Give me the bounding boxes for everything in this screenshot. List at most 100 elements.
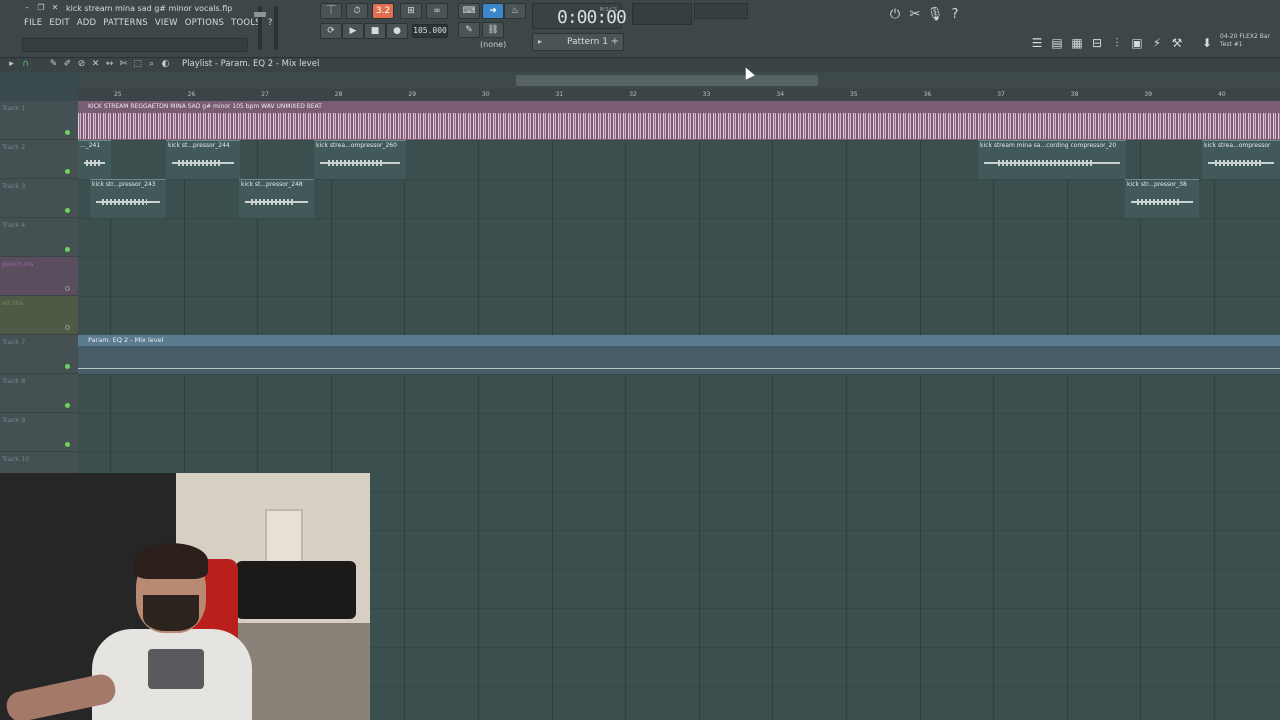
menu-add[interactable]: ADD xyxy=(77,18,97,28)
track-mute-icon[interactable] xyxy=(65,325,70,330)
delete-icon[interactable]: ⊘ xyxy=(76,59,87,70)
snap-selector[interactable]: (none) xyxy=(480,40,506,49)
audio-clip[interactable]: kick strea...ompressor xyxy=(1202,140,1280,179)
download-icon[interactable]: ⬇ xyxy=(1198,34,1216,52)
magnet-icon[interactable]: ∩ xyxy=(20,59,31,70)
beat-audio-clip[interactable]: KICK STREAM REGGAETON MINA SAD g# minor … xyxy=(78,101,1280,140)
wait-input-icon[interactable]: ⏱ xyxy=(346,3,368,19)
audio-clip[interactable]: kick st...pressor_248 xyxy=(239,179,314,218)
grid-track-line xyxy=(78,452,1280,453)
track-header[interactable]: Track 2 xyxy=(0,140,78,179)
master-pitch-slider[interactable] xyxy=(274,6,278,50)
audio-clip[interactable]: kick strea...ompressor_260 xyxy=(314,140,406,179)
power-icon[interactable]: ⏻ xyxy=(886,6,904,24)
countdown-button[interactable]: 3.2 xyxy=(372,3,394,19)
track-mute-icon[interactable] xyxy=(65,442,70,447)
slice-icon[interactable]: ✄ xyxy=(118,59,129,70)
plug-icon[interactable]: ⚡ xyxy=(1148,34,1166,52)
track-mute-icon[interactable] xyxy=(65,247,70,252)
track-header[interactable]: punch ins xyxy=(0,257,78,296)
select-icon[interactable]: ⬚ xyxy=(132,59,143,70)
track-header[interactable]: Track 9 xyxy=(0,413,78,452)
master-volume-handle[interactable] xyxy=(254,12,266,17)
playback-icon[interactable]: ◐ xyxy=(160,59,171,70)
brush-icon[interactable]: ✎ xyxy=(458,22,480,38)
menu-tools[interactable]: TOOLS xyxy=(231,18,261,28)
plugin-news[interactable]: 04-20 FLEX2 Bar Test #1 xyxy=(1220,33,1270,49)
step-edit-icon[interactable]: ⊞ xyxy=(400,3,422,19)
audio-clip[interactable]: ..._241 xyxy=(78,140,111,179)
audio-clip[interactable]: kick st...pressor_244 xyxy=(166,140,240,179)
menu-edit[interactable]: EDIT xyxy=(49,18,69,28)
paint-icon[interactable]: ✐ xyxy=(62,59,73,70)
piano-roll-icon[interactable]: ▦ xyxy=(1068,34,1086,52)
track-mute-icon[interactable] xyxy=(65,286,70,291)
menu-view[interactable]: VIEW xyxy=(155,18,178,28)
close-icon[interactable]: ✕ xyxy=(50,3,60,13)
record-mode-icon[interactable]: ♨ xyxy=(504,3,526,19)
track-header[interactable]: Track 4 xyxy=(0,218,78,257)
track-header-panel: Track 1 Track 2 Track 3 Track 4 punch ins ad … xyxy=(0,101,78,491)
scrollbar-thumb[interactable] xyxy=(516,75,818,86)
zoom-icon[interactable]: ⌕ xyxy=(146,59,157,70)
pattern-selector[interactable]: ▸ Pattern 1 + xyxy=(532,33,624,51)
microphone-icon[interactable]: 🎙 xyxy=(926,6,944,24)
add-pattern-icon[interactable]: + xyxy=(611,36,619,47)
link-icon[interactable]: ⛓ xyxy=(482,22,504,38)
tools-icon[interactable]: ✂ xyxy=(906,6,924,24)
webcam-shirt-print xyxy=(148,649,204,689)
metronome-icon[interactable]: ⏉ xyxy=(320,3,342,19)
track-mute-icon[interactable] xyxy=(65,208,70,213)
ruler-bar-label: 40 xyxy=(1218,91,1226,98)
playlist-icon[interactable]: ☰ xyxy=(1028,34,1046,52)
song-time-display[interactable]: 0:00:00 M:S:CS xyxy=(532,3,627,29)
clip-waveform xyxy=(320,160,400,166)
pattern-arrow-icon[interactable]: ▸ xyxy=(538,37,542,46)
clip-label: kick str...pressor_243 xyxy=(92,181,156,188)
automation-curve[interactable] xyxy=(78,368,1280,369)
slip-icon[interactable]: ↔ xyxy=(104,59,115,70)
audio-clip[interactable]: kick str...pressor_38 xyxy=(1125,179,1199,218)
time-ruler[interactable]: 25 26 27 28 29 30 31 32 33 34 35 36 37 38 39 40 xyxy=(78,89,1280,101)
wrench-icon[interactable]: ⚒ xyxy=(1168,34,1186,52)
minimize-icon[interactable]: – xyxy=(22,3,32,13)
track-header[interactable]: Track 1 xyxy=(0,101,78,140)
track-mute-icon[interactable] xyxy=(65,364,70,369)
track-mute-icon[interactable] xyxy=(65,403,70,408)
loop-icon[interactable]: ⟳ xyxy=(320,23,342,39)
channel-rack-icon[interactable]: ▤ xyxy=(1048,34,1066,52)
menu-options[interactable]: OPTIONS xyxy=(185,18,224,28)
track-header[interactable]: Track 3 xyxy=(0,179,78,218)
mute-icon[interactable]: ✕ xyxy=(90,59,101,70)
song-mode-icon[interactable]: ➜ xyxy=(482,3,504,19)
track-header[interactable]: Track 8 xyxy=(0,374,78,413)
record-icon[interactable]: ● xyxy=(386,23,408,39)
track-name: ad libs xyxy=(2,299,24,307)
menu-arrow-icon[interactable]: ▸ xyxy=(6,59,17,70)
automation-clip[interactable]: Param. EQ 2 - Mix level xyxy=(78,335,1280,374)
track-mute-icon[interactable] xyxy=(65,169,70,174)
menu-patterns[interactable]: PATTERNS xyxy=(103,18,148,28)
menu-file[interactable]: FILE xyxy=(24,18,42,28)
stop-icon[interactable]: ■ xyxy=(364,23,386,39)
plugin-picker-icon[interactable]: ▣ xyxy=(1128,34,1146,52)
track-header[interactable]: ad libs xyxy=(0,296,78,335)
help-icon[interactable]: ? xyxy=(946,6,964,24)
play-icon[interactable]: ▶ xyxy=(342,23,364,39)
audio-clip[interactable]: kick str...pressor_243 xyxy=(90,179,166,218)
typing-keyboard-icon[interactable]: ⌨ xyxy=(458,3,480,19)
mixer-icon[interactable]: ⫶ xyxy=(1108,34,1126,52)
track-mute-icon[interactable] xyxy=(65,130,70,135)
loop-record-icon[interactable]: ∞ xyxy=(426,3,448,19)
draw-icon[interactable]: ✎ xyxy=(48,59,59,70)
restore-icon[interactable]: ❐ xyxy=(36,3,46,13)
menu-help[interactable]: ? xyxy=(268,18,273,28)
track-header[interactable]: Track 7 xyxy=(0,335,78,374)
webcam-person-hair xyxy=(134,543,208,579)
tempo-display[interactable]: 105.000 xyxy=(412,24,448,38)
audio-clip[interactable]: kick stream mina sa...cording compressor… xyxy=(978,140,1126,179)
horizontal-scrollbar[interactable] xyxy=(80,74,1280,88)
clip-label: kick str...pressor_38 xyxy=(1127,181,1187,188)
browser-icon[interactable]: ⊟ xyxy=(1088,34,1106,52)
